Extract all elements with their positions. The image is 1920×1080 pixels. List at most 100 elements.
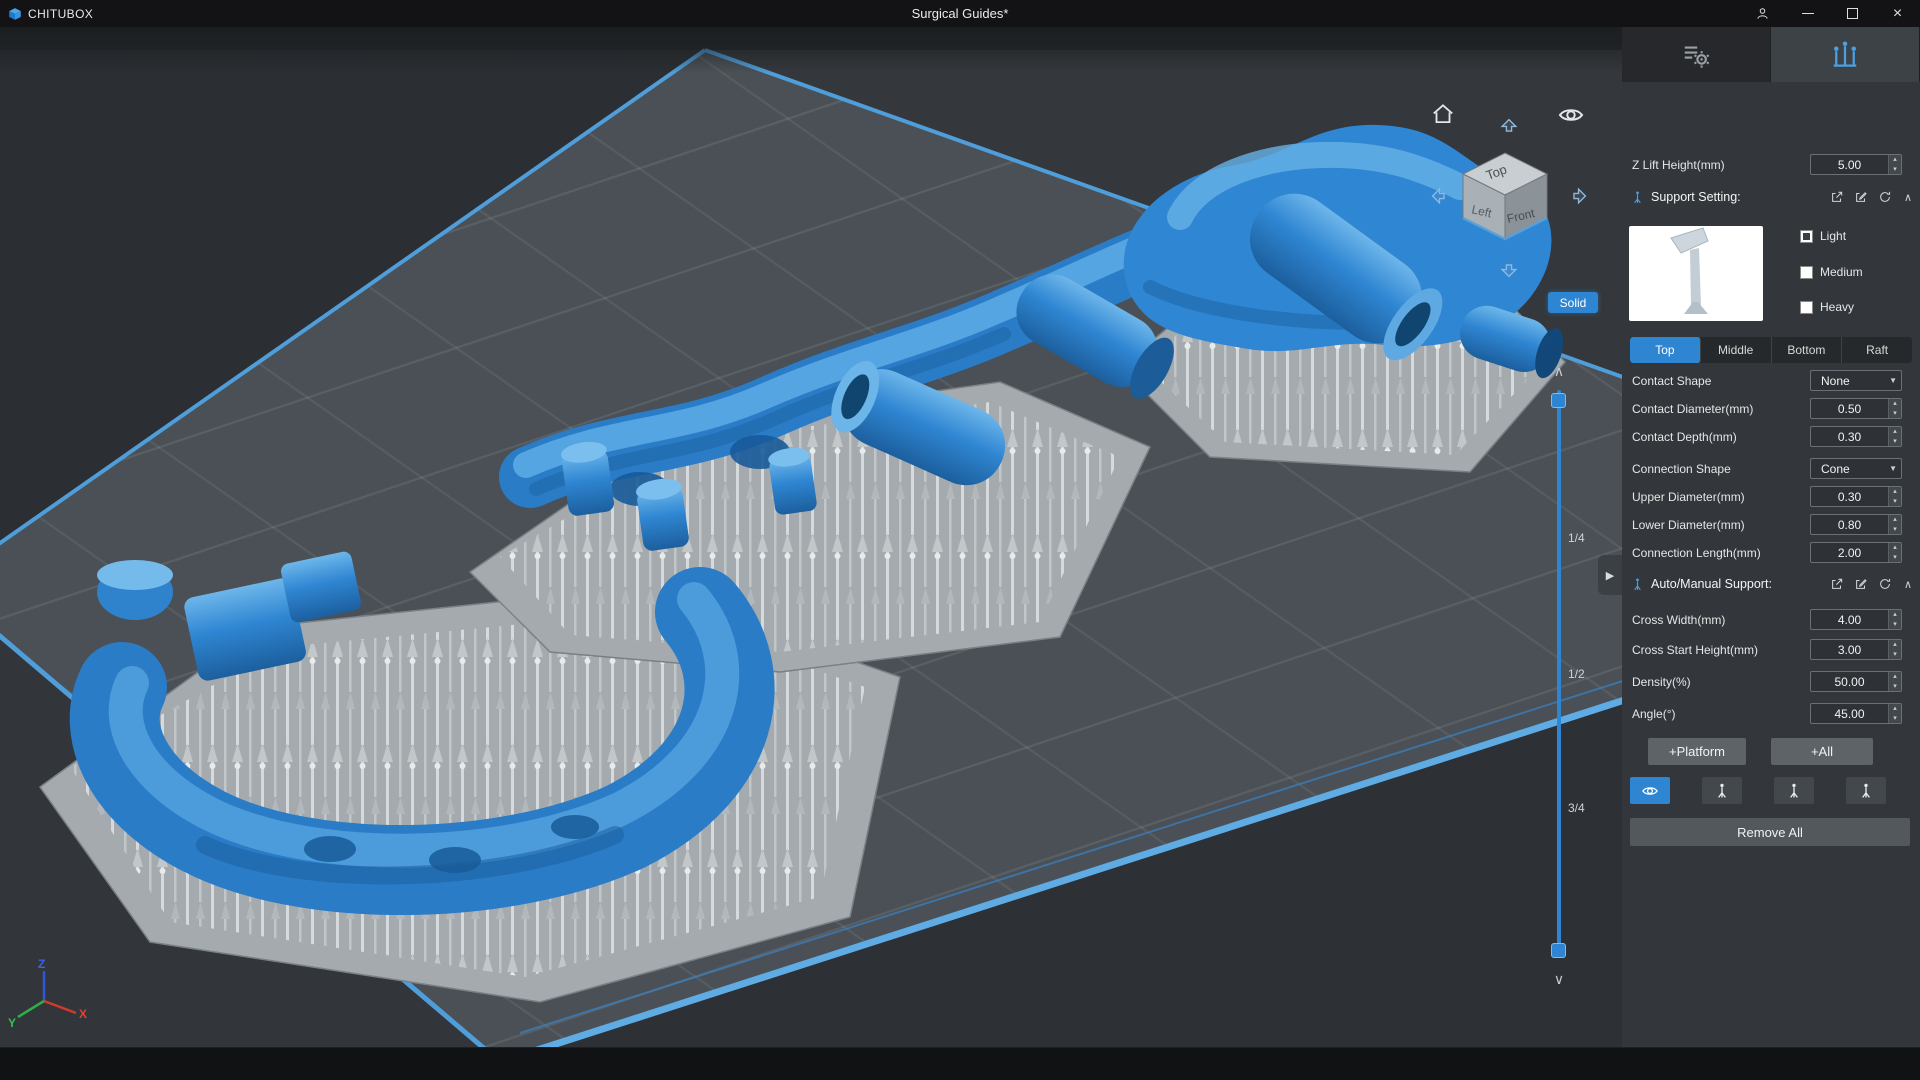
slider-label-three-quarter: 3/4 <box>1568 801 1585 815</box>
density-option-light[interactable]: Light <box>1800 227 1846 245</box>
stepper-up-icon[interactable]: ▴ <box>1889 610 1901 620</box>
stepper[interactable]: ▴ ▾ <box>1888 610 1901 629</box>
delete-support-button[interactable] <box>1846 777 1886 804</box>
stepper[interactable]: ▴ ▾ <box>1888 543 1901 562</box>
visibility-icon[interactable] <box>1557 101 1585 129</box>
eye-icon <box>1641 782 1659 800</box>
tab-bottom[interactable]: Bottom <box>1772 337 1843 363</box>
tab-support-settings[interactable] <box>1771 27 1920 82</box>
add-platform-supports-button[interactable]: +Platform <box>1648 738 1746 765</box>
connection-shape-select[interactable]: Cone ▼ <box>1810 458 1902 479</box>
stepper[interactable]: ▴ ▾ <box>1888 704 1901 723</box>
stepper-down-icon[interactable]: ▾ <box>1889 682 1901 692</box>
export-settings-icon[interactable] <box>1830 190 1844 204</box>
connection-length-row: Connection Length(mm) ▴▾ <box>1622 540 1920 566</box>
collapse-section-icon[interactable]: ∧ <box>1902 578 1912 591</box>
home-view-icon[interactable] <box>1430 101 1456 127</box>
stepper-down-icon[interactable]: ▾ <box>1889 409 1901 419</box>
panel-expand-arrow-icon[interactable]: ▶ <box>1598 555 1622 595</box>
stepper-up-icon[interactable]: ▴ <box>1889 155 1901 165</box>
x-axis-label: X <box>79 1007 87 1021</box>
edit-support-button[interactable] <box>1774 777 1814 804</box>
add-all-supports-button[interactable]: +All <box>1771 738 1873 765</box>
stepper[interactable]: ▴ ▾ <box>1888 155 1901 174</box>
stepper[interactable]: ▴ ▾ <box>1888 399 1901 418</box>
support-section-tabs: Top Middle Bottom Raft <box>1630 337 1912 363</box>
maximize-button[interactable] <box>1830 0 1875 27</box>
stepper-down-icon[interactable]: ▾ <box>1889 620 1901 630</box>
support-preview-drawing <box>1670 227 1709 314</box>
z-slice-handle-top[interactable] <box>1551 393 1566 408</box>
nav-cube[interactable]: Top Left Front <box>1450 147 1560 247</box>
edit-settings-icon[interactable] <box>1854 190 1868 204</box>
slider-down-icon[interactable]: ∨ <box>1549 971 1569 988</box>
stepper-up-icon[interactable]: ▴ <box>1889 515 1901 525</box>
density-option-medium[interactable]: Medium <box>1800 263 1863 281</box>
slider-up-icon[interactable]: ∧ <box>1549 363 1569 380</box>
render-mode-badge[interactable]: Solid <box>1548 292 1598 313</box>
stepper-up-icon[interactable]: ▴ <box>1889 543 1901 553</box>
rotate-up-arrow-icon[interactable] <box>1498 115 1520 137</box>
cross-width-row: Cross Width(mm) ▴▾ <box>1622 607 1920 633</box>
stepper-up-icon[interactable]: ▴ <box>1889 672 1901 682</box>
stepper-down-icon[interactable]: ▾ <box>1889 714 1901 724</box>
support-pin-icon <box>1713 782 1731 800</box>
stepper-up-icon[interactable]: ▴ <box>1889 399 1901 409</box>
panel-tabs <box>1622 27 1920 82</box>
account-button[interactable] <box>1740 0 1785 27</box>
chevron-down-icon: ▼ <box>1889 376 1897 385</box>
contact-shape-select[interactable]: None ▼ <box>1810 370 1902 391</box>
medium-checkbox[interactable] <box>1800 265 1813 279</box>
slider-label-half: 1/2 <box>1568 667 1585 681</box>
z-slice-slider-track[interactable] <box>1557 390 1561 950</box>
stepper-down-icon[interactable]: ▾ <box>1889 497 1901 507</box>
stepper[interactable]: ▴ ▾ <box>1888 640 1901 659</box>
density-option-heavy[interactable]: Heavy <box>1800 298 1854 316</box>
add-support-button[interactable] <box>1702 777 1742 804</box>
edit-settings-icon[interactable] <box>1854 577 1868 591</box>
show-supports-button[interactable] <box>1630 777 1670 804</box>
remove-all-button[interactable]: Remove All <box>1630 818 1910 846</box>
stepper-up-icon[interactable]: ▴ <box>1889 640 1901 650</box>
rotate-left-arrow-icon[interactable] <box>1428 185 1450 207</box>
rotate-right-arrow-icon[interactable] <box>1568 185 1590 207</box>
support-icon <box>1630 577 1645 592</box>
stepper-up-icon[interactable]: ▴ <box>1889 704 1901 714</box>
z-axis-label: Z <box>38 957 45 971</box>
stepper-down-icon[interactable]: ▾ <box>1889 650 1901 660</box>
minimize-button[interactable] <box>1785 0 1830 27</box>
stepper[interactable]: ▴ ▾ <box>1888 672 1901 691</box>
stepper-down-icon[interactable]: ▾ <box>1889 553 1901 563</box>
stepper-down-icon[interactable]: ▾ <box>1889 165 1901 175</box>
support-tools-row <box>1630 777 1886 804</box>
reset-settings-icon[interactable] <box>1878 190 1892 204</box>
tab-middle[interactable]: Middle <box>1701 337 1772 363</box>
settings-list-icon <box>1681 40 1711 70</box>
stepper[interactable]: ▴ ▾ <box>1888 427 1901 446</box>
stepper-down-icon[interactable]: ▾ <box>1889 437 1901 447</box>
viewport-3d[interactable]: Top Left Front Solid ∧ ∨ 1/4 1/2 3/4 ▶ Z… <box>0 27 1622 1047</box>
reset-settings-icon[interactable] <box>1878 577 1892 591</box>
rotate-down-arrow-icon[interactable] <box>1498 259 1520 281</box>
stepper-up-icon[interactable]: ▴ <box>1889 487 1901 497</box>
auto-manual-support-header: Auto/Manual Support: ∧ <box>1622 571 1920 597</box>
tab-print-settings[interactable] <box>1622 27 1771 82</box>
stepper[interactable]: ▴ ▾ <box>1888 487 1901 506</box>
z-lift-height-value[interactable] <box>1811 155 1888 174</box>
stepper[interactable]: ▴ ▾ <box>1888 515 1901 534</box>
lower-diameter-input: ▴▾ <box>1810 514 1902 535</box>
close-button[interactable]: × <box>1875 0 1920 27</box>
upper-diameter-input: ▴▾ <box>1810 486 1902 507</box>
stepper-up-icon[interactable]: ▴ <box>1889 427 1901 437</box>
tab-raft[interactable]: Raft <box>1842 337 1912 363</box>
export-settings-icon[interactable] <box>1830 577 1844 591</box>
tab-top[interactable]: Top <box>1630 337 1701 363</box>
light-checkbox[interactable] <box>1800 229 1813 243</box>
minimize-icon <box>1801 12 1814 15</box>
collapse-section-icon[interactable]: ∧ <box>1902 191 1912 204</box>
titlebar: CHITUBOX Surgical Guides* × <box>0 0 1920 27</box>
close-icon: × <box>1892 4 1903 22</box>
stepper-down-icon[interactable]: ▾ <box>1889 525 1901 535</box>
heavy-checkbox[interactable] <box>1800 300 1813 314</box>
z-slice-handle-bottom[interactable] <box>1551 943 1566 958</box>
